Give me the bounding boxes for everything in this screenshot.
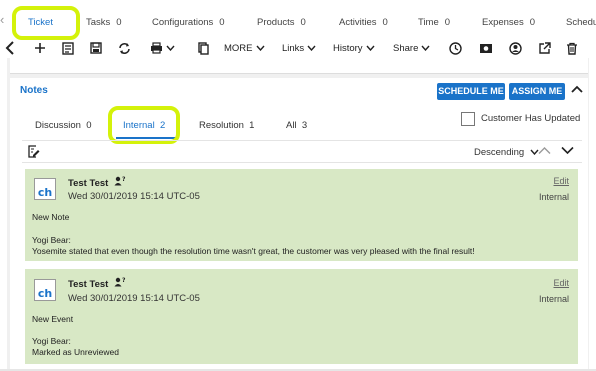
note-author: Test Test ? <box>68 277 126 290</box>
subtab-resolution[interactable]: Resolution 1 <box>199 120 254 131</box>
tab-ticket[interactable]: Ticket <box>28 17 53 28</box>
note-visibility: Internal <box>538 294 569 304</box>
customer-updated-label: Customer Has Updated <box>481 113 581 124</box>
previous-note-icon[interactable] <box>538 146 551 158</box>
note-card: ch Test Test ? Wed 30/01/2019 15:14 UTC-… <box>25 169 578 261</box>
share-menu[interactable]: Share <box>393 38 430 58</box>
save-icon[interactable] <box>90 38 102 58</box>
more-menu[interactable]: MORE <box>224 38 265 58</box>
subtab-discussion[interactable]: Discussion 0 <box>35 120 92 131</box>
note-card: ch Test Test ? Wed 30/01/2019 15:14 UTC-… <box>25 269 578 364</box>
sort-divider <box>22 162 582 163</box>
subtab-all[interactable]: All 3 <box>286 120 307 131</box>
copy-icon[interactable] <box>198 38 209 58</box>
tab-activities[interactable]: Activities 0 <box>339 17 388 28</box>
new-note-icon[interactable] <box>28 145 40 161</box>
tab-configurations[interactable]: Configurations 0 <box>152 17 225 28</box>
collapse-icon[interactable] <box>570 84 584 97</box>
tab-time[interactable]: Time 0 <box>418 17 450 28</box>
company-logo: ch <box>34 178 56 200</box>
note-submitter: Yogi Bear: <box>32 336 71 346</box>
tab-tasks[interactable]: Tasks 0 <box>86 17 122 28</box>
company-logo: ch <box>34 279 56 301</box>
tab-bar: ‹ Ticket Tasks 0 Configurations 0 Products… <box>0 0 596 40</box>
schedule-me-button[interactable]: SCHEDULE ME <box>437 83 505 100</box>
notes-icon[interactable] <box>62 38 74 58</box>
refresh-icon[interactable] <box>118 38 131 58</box>
note-date: Wed 30/01/2019 15:14 UTC-05 <box>68 191 200 202</box>
next-note-icon[interactable] <box>561 146 574 158</box>
customer-updated-checkbox[interactable] <box>461 112 475 126</box>
active-subtab-indicator <box>116 137 178 139</box>
subtab-internal[interactable]: Internal 2 <box>123 120 165 131</box>
sort-dropdown[interactable]: Descending <box>474 147 539 158</box>
svg-text:?: ? <box>122 277 126 284</box>
tab-products[interactable]: Products 0 <box>257 17 306 28</box>
trash-icon[interactable] <box>566 38 578 58</box>
note-date: Wed 30/01/2019 15:14 UTC-05 <box>68 293 200 304</box>
links-menu[interactable]: Links <box>282 38 316 58</box>
notes-title: Notes <box>20 85 48 96</box>
note-type: New Note <box>32 212 70 222</box>
note-edit-link[interactable]: Edit <box>553 176 569 186</box>
note-type: New Event <box>32 314 74 324</box>
user-circle-icon[interactable] <box>509 38 522 58</box>
note-edit-link[interactable]: Edit <box>553 278 569 288</box>
note-body: Marked as Unreviewed <box>32 347 119 357</box>
history-menu[interactable]: History <box>333 38 375 58</box>
assign-me-button[interactable]: ASSIGN ME <box>509 83 565 100</box>
back-icon[interactable] <box>5 38 15 58</box>
note-submitter: Yogi Bear: <box>32 235 71 245</box>
subtab-divider <box>22 140 582 141</box>
note-visibility: Internal <box>538 192 569 202</box>
open-external-icon[interactable] <box>538 38 551 58</box>
tab-expenses[interactable]: Expenses 0 <box>482 17 535 28</box>
scroll-left-icon[interactable]: ‹ <box>0 12 4 27</box>
money-icon[interactable] <box>479 38 493 58</box>
print-icon[interactable] <box>150 38 175 58</box>
tab-schedule[interactable]: Schedu <box>566 17 596 28</box>
note-body: Yosemite stated that even though the res… <box>32 246 475 256</box>
previous-section-card <box>10 58 588 74</box>
clock-icon[interactable] <box>449 38 462 58</box>
svg-text:?: ? <box>122 176 126 183</box>
note-author: Test Test ? <box>68 176 126 189</box>
toolbar: MORE Links History Share <box>0 38 596 58</box>
add-icon[interactable] <box>34 38 46 58</box>
